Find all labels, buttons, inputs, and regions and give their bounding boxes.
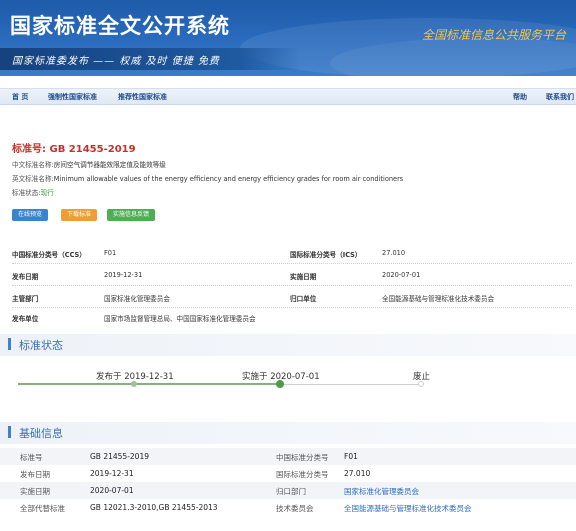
timeline-step-label: 实施于 2020-07-01 [242, 372, 320, 382]
standard-number: GB 21455-2019 [49, 144, 136, 155]
standard-number-line: 标准号: GB 21455-2019 [12, 140, 136, 155]
info-value: 2019-12-31 [90, 469, 134, 478]
en-name: Minimum allowable values of the energy e… [53, 175, 404, 183]
info-label: 全部代替标准 [20, 504, 65, 513]
timeline-pending-line [280, 384, 422, 385]
committee-link[interactable]: 全国能源基础与管理标准化技术委员会 [344, 503, 472, 514]
platform-slogan: 全国标准信息公共服务平台 [421, 28, 566, 42]
main-nav: 首 页 强制性国家标准 推荐性国家标准 帮助 联系我们 [0, 88, 576, 105]
feedback-button[interactable]: 实施信息反馈 [107, 209, 156, 221]
info-value: F01 [344, 452, 358, 461]
info-label: 归口部门 [276, 487, 306, 496]
info-value: 2020-07-01 [90, 486, 134, 495]
info-row: 全部代替标准 GB 12021.3-2010,GB 21455-2013 技术委… [0, 499, 576, 516]
download-standard-button[interactable]: 下载标准 [61, 209, 98, 221]
status-value: 现行 [40, 189, 54, 197]
dept-value: 国家标准化管理委员会 [104, 295, 170, 303]
issuer-label: 发布单位 [12, 315, 39, 323]
nav-mandatory-standards[interactable]: 强制性国家标准 [48, 92, 97, 102]
ics-label: 国际标准分类号（ICS） [290, 251, 362, 259]
detail-row: 发布单位 国家市场监督管理总局、中国国家标准化管理委员会 [12, 306, 572, 328]
detail-row: 主管部门 国家标准化管理委员会 归口单位 全国能源基础与管理标准化技术委员会 [12, 286, 572, 308]
info-value: GB 12021.3-2010,GB 21455-2013 [90, 503, 218, 512]
cn-name-label: 中文标准名称: [12, 161, 54, 169]
status-section-band [0, 334, 576, 356]
impl-date-label: 实施日期 [290, 273, 317, 281]
site-title: 国家标准全文公开系统 [10, 14, 230, 38]
status-section-title: 标准状态 [19, 339, 63, 352]
publish-date-value: 2019-12-31 [104, 271, 143, 279]
cn-name: 房间空气调节器能效限定值及能效等级 [53, 161, 166, 169]
en-name-label: 英文标准名称: [12, 175, 54, 183]
info-label: 技术委员会 [276, 504, 314, 513]
timeline-progress-line [18, 383, 280, 385]
publish-date-label: 发布日期 [12, 273, 39, 281]
standard-number-label: 标准号: [12, 144, 46, 155]
site-banner: 国家标准全文公开系统 国家标准委发布 —— 权威 及时 便捷 免费 全国标准信息… [0, 0, 576, 76]
detail-row: 中国标准分类号（CCS） F01 国际标准分类号（ICS） 27.010 [12, 242, 572, 264]
ccs-label: 中国标准分类号（CCS） [12, 251, 86, 259]
nav-home[interactable]: 首 页 [12, 92, 28, 102]
ics-value: 27.010 [382, 249, 406, 257]
section-accent-bar [8, 426, 11, 438]
dept-label: 主管部门 [12, 295, 39, 303]
en-name-line: 英文标准名称:Minimum allowable values of the e… [12, 173, 403, 183]
dept-link[interactable]: 国家标准化管理委员会 [344, 486, 419, 497]
impl-date-value: 2020-07-01 [382, 271, 421, 279]
timeline-step-label: 废止 [413, 372, 431, 382]
detail-row: 发布日期 2019-12-31 实施日期 2020-07-01 [12, 264, 572, 286]
owner-value: 全国能源基础与管理标准化技术委员会 [382, 295, 495, 303]
info-label: 国际标准分类号 [276, 470, 329, 479]
info-row: 实施日期 2020-07-01 归口部门 国家标准化管理委员会 [0, 482, 576, 499]
status-label: 标准状态: [12, 189, 41, 197]
nav-help[interactable]: 帮助 [513, 92, 527, 102]
info-label: 实施日期 [20, 487, 50, 496]
cn-name-line: 中文标准名称:房间空气调节器能效限定值及能效等级 [12, 159, 166, 169]
status-line: 标准状态:现行 [12, 187, 54, 197]
issuer-value: 国家市场监督管理总局、中国国家标准化管理委员会 [104, 315, 256, 323]
owner-label: 归口单位 [290, 295, 317, 303]
info-value: GB 21455-2019 [90, 452, 149, 461]
basic-section-title: 基础信息 [19, 427, 63, 440]
online-preview-button[interactable]: 在线预览 [12, 209, 49, 221]
nav-contact[interactable]: 联系我们 [546, 92, 574, 102]
info-row: 标准号 GB 21455-2019 中国标准分类号 F01 [0, 448, 576, 465]
site-subtitle: 国家标准委发布 —— 权威 及时 便捷 免费 [12, 56, 220, 67]
ccs-value: F01 [104, 249, 117, 257]
info-value: 27.010 [344, 469, 371, 478]
info-label: 中国标准分类号 [276, 453, 329, 462]
section-accent-bar [8, 338, 11, 350]
basic-section-band [0, 422, 576, 444]
timeline-step-label: 发布于 2019-12-31 [96, 372, 174, 382]
info-label: 标准号 [20, 453, 43, 462]
info-row: 发布日期 2019-12-31 国际标准分类号 27.010 [0, 465, 576, 482]
nav-recommended-standards[interactable]: 推荐性国家标准 [118, 92, 167, 102]
info-label: 发布日期 [20, 470, 50, 479]
